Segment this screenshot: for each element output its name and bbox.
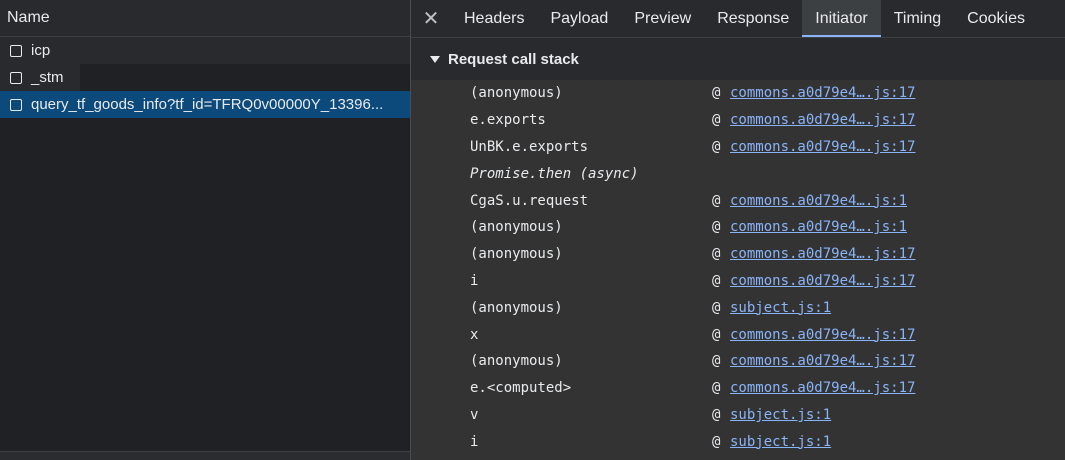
tab-label: Headers — [464, 9, 525, 27]
stack-frame-row: (anonymous) @ commons.a0d79e4….js:17 — [411, 241, 1065, 268]
tab-label: Preview — [634, 9, 692, 27]
stack-frame-row: e.exports @ commons.a0d79e4….js:17 — [411, 107, 1065, 134]
request-details-panel: ✕ Headers Payload Preview Response Initi… — [411, 0, 1065, 460]
at-symbol: @ — [712, 192, 721, 209]
function-name: (anonymous) — [470, 219, 563, 236]
source-link[interactable]: commons.a0d79e4….js:17 — [730, 246, 915, 262]
function-name: e.<computed> — [470, 380, 572, 397]
source-link[interactable]: commons.a0d79e4….js:17 — [730, 112, 915, 128]
at-symbol: @ — [712, 246, 721, 263]
tab-label: Cookies — [967, 9, 1025, 27]
at-symbol: @ — [712, 326, 721, 343]
stack-frame-row: UnBK.e.exports @ commons.a0d79e4….js:17 — [411, 134, 1065, 161]
tab-label: Initiator — [815, 9, 868, 27]
source-link[interactable]: subject.js:1 — [730, 434, 831, 450]
source-link[interactable]: commons.a0d79e4….js:17 — [730, 273, 915, 289]
at-symbol: @ — [712, 380, 721, 397]
source-link[interactable]: commons.a0d79e4….js:1 — [730, 193, 907, 209]
request-call-stack-header[interactable]: Request call stack — [411, 38, 1065, 80]
source-link[interactable]: subject.js:1 — [730, 300, 831, 316]
source-link[interactable]: commons.a0d79e4….js:17 — [730, 85, 915, 101]
stack-frame-row: i @ commons.a0d79e4….js:17 — [411, 268, 1065, 295]
stack-frame-row: i @ subject.js:1 — [411, 428, 1065, 455]
function-name: e.exports — [470, 112, 546, 129]
stack-frame-row: (anonymous) @ subject.js:1 — [411, 294, 1065, 321]
source-link[interactable]: subject.js:1 — [730, 407, 831, 423]
at-symbol: @ — [712, 138, 721, 155]
at-symbol: @ — [712, 85, 721, 102]
request-name: icp — [31, 42, 51, 59]
request-name: _stm — [31, 69, 64, 86]
function-name: i — [470, 433, 479, 450]
name-column-header[interactable]: Name — [0, 0, 410, 37]
section-title: Request call stack — [448, 50, 579, 68]
tab-payload[interactable]: Payload — [537, 0, 621, 37]
stack-frame-row: (anonymous) @ commons.a0d79e4….js:1 — [411, 214, 1065, 241]
details-tabbar: ✕ Headers Payload Preview Response Initi… — [411, 0, 1065, 38]
function-name: (anonymous) — [470, 353, 563, 370]
at-symbol: @ — [712, 219, 721, 236]
function-name: v — [470, 406, 479, 423]
tab-label: Timing — [893, 9, 942, 27]
at-symbol: @ — [712, 272, 721, 289]
stack-frame-row: v @ subject.js:1 — [411, 402, 1065, 429]
at-symbol: @ — [712, 353, 721, 370]
source-link[interactable]: commons.a0d79e4….js:17 — [730, 139, 915, 155]
close-icon[interactable]: ✕ — [411, 0, 451, 37]
function-name: (anonymous) — [470, 246, 563, 263]
request-name: query_tf_goods_info?tf_id=TFRQ0v00000Y_1… — [31, 96, 384, 113]
tab-label: Payload — [550, 9, 609, 27]
request-list-panel: Name icp _stm query_tf_goods_info?tf_id=… — [0, 0, 410, 460]
tab-initiator[interactable]: Initiator — [802, 0, 882, 37]
devtools-network-panel: Name icp _stm query_tf_goods_info?tf_id=… — [0, 0, 1065, 460]
checkbox-icon[interactable] — [10, 98, 22, 111]
async-boundary-row: Promise.then (async) — [411, 160, 1065, 187]
call-stack-list: (anonymous) @ commons.a0d79e4….js:17 e.expo… — [411, 80, 1065, 455]
tab-response[interactable]: Response — [704, 0, 802, 37]
request-row-stm[interactable]: _stm — [0, 64, 80, 91]
tab-headers[interactable]: Headers — [451, 0, 537, 37]
function-name: CgaS.u.request — [470, 192, 589, 209]
request-row-query-tf-goods-info[interactable]: query_tf_goods_info?tf_id=TFRQ0v00000Y_1… — [0, 91, 410, 118]
function-name: UnBK.e.exports — [470, 138, 589, 155]
horizontal-scrollbar[interactable] — [0, 451, 410, 460]
at-symbol: @ — [712, 406, 721, 423]
request-row-icp[interactable]: icp — [0, 37, 410, 64]
collapse-triangle-icon[interactable] — [430, 55, 440, 63]
stack-frame-row: CgaS.u.request @ commons.a0d79e4….js:1 — [411, 187, 1065, 214]
at-symbol: @ — [712, 112, 721, 129]
source-link[interactable]: commons.a0d79e4….js:17 — [730, 353, 915, 369]
tab-label: Response — [717, 9, 790, 27]
function-name: i — [470, 272, 479, 289]
stack-frame-row: x @ commons.a0d79e4….js:17 — [411, 321, 1065, 348]
stack-frame-row: e.<computed> @ commons.a0d79e4….js:17 — [411, 375, 1065, 402]
source-link[interactable]: commons.a0d79e4….js:17 — [730, 380, 915, 396]
function-name: Promise.then (async) — [470, 165, 639, 182]
stack-frame-row: (anonymous) @ commons.a0d79e4….js:17 — [411, 348, 1065, 375]
tab-timing[interactable]: Timing — [881, 0, 954, 37]
checkbox-icon[interactable] — [10, 44, 22, 57]
tab-preview[interactable]: Preview — [621, 0, 704, 37]
function-name: (anonymous) — [470, 299, 563, 316]
checkbox-icon[interactable] — [10, 71, 22, 84]
at-symbol: @ — [712, 433, 721, 450]
tab-cookies[interactable]: Cookies — [954, 0, 1038, 37]
stack-frame-row: (anonymous) @ commons.a0d79e4….js:17 — [411, 80, 1065, 107]
name-column-label: Name — [7, 9, 50, 26]
source-link[interactable]: commons.a0d79e4….js:17 — [730, 327, 915, 343]
source-link[interactable]: commons.a0d79e4….js:1 — [730, 219, 907, 235]
function-name: (anonymous) — [470, 85, 563, 102]
function-name: x — [470, 326, 479, 343]
at-symbol: @ — [712, 299, 721, 316]
